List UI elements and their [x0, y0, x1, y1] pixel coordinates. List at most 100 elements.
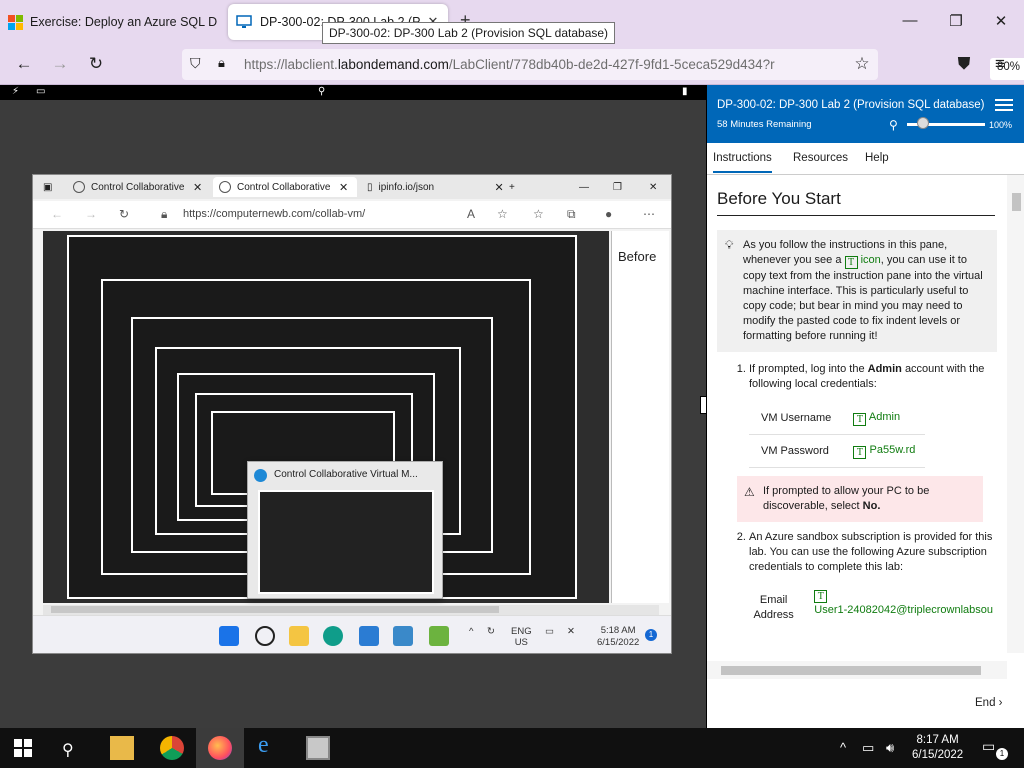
edge-tab-label: ipinfo.io/json — [378, 181, 435, 193]
restore-icon[interactable]: ❐ — [946, 12, 966, 30]
close-tab-icon[interactable]: ✕ — [339, 181, 348, 194]
vscode-icon[interactable] — [359, 626, 379, 646]
type-text-icon[interactable]: T — [853, 446, 867, 459]
reload-icon[interactable]: ↻ — [86, 54, 106, 74]
tracking-shield-icon[interactable]: ⛉ — [190, 55, 201, 72]
address-bar[interactable]: ⛉ 🔒︎ https://labclient.labondemand.com/L… — [182, 49, 1024, 80]
collab-vm-icon — [73, 181, 85, 193]
edge-tab-1[interactable]: Control Collaborative ✕ — [73, 177, 202, 197]
favorite-add-icon[interactable]: ☆ — [497, 207, 508, 221]
edge-address-bar[interactable]: ← → ↻ 🔒︎ https://computernewb.com/collab… — [33, 201, 671, 229]
azure-credentials: Email Address T User1-24082042@triplecrown… — [749, 587, 993, 623]
chevron-up-icon[interactable]: ^ — [469, 626, 473, 637]
vertical-scrollbar[interactable] — [1007, 175, 1024, 653]
username-value[interactable]: T Admin — [841, 402, 925, 435]
windows-start-icon[interactable] — [219, 626, 239, 646]
hamburger-menu-icon[interactable] — [995, 99, 1013, 114]
more-options-icon[interactable]: ⋯ — [643, 207, 655, 221]
bookmark-star-icon[interactable]: ☆ — [852, 54, 872, 74]
read-aloud-icon[interactable]: A — [467, 207, 475, 221]
sync-icon[interactable]: ↻ — [487, 626, 495, 637]
tab-help[interactable]: Help — [865, 152, 889, 164]
lightning-icon[interactable]: ⚡ — [12, 86, 19, 97]
type-text-icon: T — [844, 256, 858, 269]
file-explorer-icon[interactable] — [289, 626, 309, 646]
instructions-sidebar-preview: Before — [611, 231, 669, 603]
volume-icon[interactable]: 🔊︎ — [886, 740, 894, 756]
reload-icon[interactable]: ↻ — [119, 207, 129, 221]
menu-icon[interactable]: ≡ — [990, 54, 1010, 74]
taskbar-preview-popup[interactable]: Control Collaborative Virtual M... — [247, 461, 443, 599]
close-tab-icon[interactable]: ✕ — [495, 181, 504, 194]
action-center-icon[interactable]: ▭ — [982, 738, 995, 755]
remote-desktop-screen[interactable]: ▣ Control Collaborative ✕ Control Collab… — [32, 174, 672, 654]
minimize-icon[interactable]: — — [900, 12, 920, 29]
edge-icon[interactable] — [323, 626, 343, 646]
edge-tab-3[interactable]: ▯ ipinfo.io/json ✕ — [367, 177, 504, 197]
app-icon[interactable] — [393, 626, 413, 646]
type-text-icon[interactable]: T — [814, 590, 828, 603]
type-text-icon[interactable]: T — [853, 413, 867, 426]
vm-credentials-table: VM Username T Admin VM Password T Pa55w.… — [749, 402, 925, 468]
network-icon[interactable]: ▭ — [862, 740, 874, 756]
network-icon[interactable]: ▭ — [545, 626, 554, 637]
popup-thumbnail[interactable] — [258, 490, 434, 594]
notification-badge[interactable]: 1 — [645, 629, 657, 641]
internet-explorer-icon[interactable]: e — [258, 732, 282, 758]
forward-arrow-icon[interactable]: → — [50, 54, 70, 74]
lab-control-bar: ⚡ ▭ ⚲ ▮ — [0, 85, 706, 100]
close-window-icon[interactable]: ✕ — [991, 12, 1011, 30]
edge-url-text[interactable]: https://computernewb.com/collab-vm/ — [183, 208, 365, 220]
zoom-percent: 100% — [989, 120, 1013, 130]
server-manager-icon[interactable] — [306, 736, 330, 760]
back-arrow-icon[interactable]: ← — [14, 54, 34, 74]
language-indicator[interactable]: ENG US — [511, 626, 532, 648]
lock-icon[interactable]: 🔒︎ — [218, 55, 225, 71]
edge-tab-bar: ▣ Control Collaborative ✕ Control Collab… — [33, 175, 671, 199]
collections-icon[interactable]: ⧉ — [567, 207, 576, 222]
edge-tab-2[interactable]: Control Collaborative ✕ — [213, 177, 357, 197]
vm-clock[interactable]: 5:18 AM 6/15/2022 — [597, 625, 639, 649]
horizontal-scrollbar[interactable] — [43, 605, 659, 615]
search-icon[interactable] — [255, 626, 275, 646]
edge-tab-label: Control Collaborative — [237, 181, 331, 193]
end-button[interactable]: End › — [975, 697, 1003, 709]
time-remaining: 58 Minutes Remaining — [717, 119, 812, 130]
firefox-icon[interactable] — [208, 736, 232, 760]
close-tab-icon[interactable]: ✕ — [193, 181, 202, 194]
volume-muted-icon[interactable]: ✕ — [567, 626, 575, 637]
lock-icon[interactable]: 🔒︎ — [161, 207, 167, 222]
paint-icon[interactable] — [429, 626, 449, 646]
lab-title: DP-300-02: DP-300 Lab 2 (Provision SQL d… — [717, 99, 985, 111]
file-explorer-icon[interactable] — [110, 736, 134, 760]
popup-title: Control Collaborative Virtual M... — [274, 469, 418, 480]
windows-start-icon[interactable] — [14, 739, 32, 757]
pocket-icon[interactable]: ⛊ — [954, 54, 974, 74]
forward-arrow-icon[interactable]: → — [85, 207, 97, 221]
chevron-up-icon[interactable]: ^ — [840, 740, 846, 755]
display-icon[interactable]: ▭ — [36, 86, 45, 97]
restore-icon[interactable]: ❐ — [613, 177, 622, 197]
system-clock[interactable]: 8:17 AM 6/15/2022 — [912, 733, 963, 763]
pin-icon[interactable]: ⚲ — [318, 86, 325, 97]
url-text[interactable]: https://labclient.labondemand.com/LabCli… — [244, 57, 792, 72]
close-window-icon[interactable]: ✕ — [649, 177, 657, 197]
zoom-slider-handle[interactable] — [917, 117, 929, 129]
chrome-icon[interactable] — [160, 736, 184, 760]
favorites-icon[interactable]: ☆ — [533, 207, 544, 221]
vm-taskbar: ^ ↻ ENG US ▭ ✕ 5:18 AM 6/15/2022 1 — [33, 615, 671, 653]
email-value[interactable]: T User1-24082042@triplecrownlabsou — [798, 587, 993, 623]
browser-tab-exercise[interactable]: Exercise: Deploy an Azure SQL D — [0, 4, 226, 40]
profile-avatar-icon[interactable]: ● — [605, 207, 612, 221]
instructions-content: Before You Start 💡︎ As you follow the in… — [707, 175, 1007, 653]
minimize-icon[interactable]: — — [579, 177, 589, 197]
back-arrow-icon[interactable]: ← — [51, 207, 63, 221]
panel-tabs: Instructions Resources Help — [707, 143, 1024, 175]
password-value[interactable]: T Pa55w.rd — [841, 434, 925, 468]
search-icon[interactable]: ⚲ — [62, 740, 74, 760]
edge-tab-actions-icon[interactable]: ▣ — [43, 177, 52, 197]
new-tab-button[interactable]: + — [509, 177, 515, 197]
horizontal-scrollbar[interactable] — [707, 661, 1007, 679]
tab-resources[interactable]: Resources — [793, 152, 848, 164]
tab-instructions[interactable]: Instructions — [713, 152, 772, 173]
